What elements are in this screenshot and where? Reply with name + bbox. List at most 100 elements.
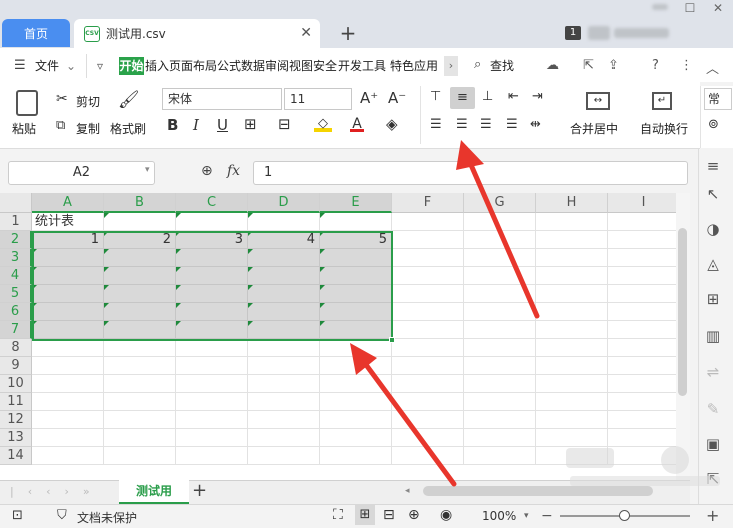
number-format-select[interactable]: 常 [704,88,732,110]
cell-e1[interactable] [320,213,392,231]
cell-a10[interactable] [32,375,104,393]
column-header-c[interactable]: C [176,193,248,213]
row-header-2[interactable]: 2 [0,231,32,249]
zoom-dropdown-icon[interactable]: ▾ [524,511,529,521]
border-icon[interactable]: ⊞ [244,115,257,133]
cell-g8[interactable] [464,339,536,357]
fill-handle[interactable] [389,337,395,343]
menu-page-layout[interactable]: 页面布局 [169,56,217,76]
sheet-tab-active[interactable]: 测试用 [119,480,189,504]
cell-i1[interactable] [608,213,680,231]
cell-b12[interactable] [104,411,176,429]
underline-icon[interactable]: U [217,116,228,134]
cell-e14[interactable] [320,447,392,465]
cell-h5[interactable] [536,285,608,303]
column-header-e[interactable]: E [320,193,392,213]
formula-input[interactable]: 1 [253,161,688,185]
cell-g9[interactable] [464,357,536,375]
collapse-ribbon-icon[interactable]: ︿ [706,58,719,77]
format-painter-icon[interactable]: 🖌 [118,90,140,110]
cell-g2[interactable] [464,231,536,249]
menu-home-active[interactable]: 开始 [119,57,144,75]
cell-c12[interactable] [176,411,248,429]
avatar[interactable] [588,26,610,40]
add-sheet-button[interactable]: + [192,480,207,501]
cell-i9[interactable] [608,357,680,375]
row-header-3[interactable]: 3 [0,249,32,267]
cell-b8[interactable] [104,339,176,357]
cell-b13[interactable] [104,429,176,447]
hamburger-icon[interactable]: ☰ [14,58,26,73]
view-mode-icon[interactable]: ⊡ [12,508,23,523]
cell-a9[interactable] [32,357,104,375]
cell-i11[interactable] [608,393,680,411]
format-painter-button[interactable]: 格式刷 [110,120,146,137]
select-pointer-icon[interactable]: ↖ [704,185,722,203]
cell-b10[interactable] [104,375,176,393]
row-header-11[interactable]: 11 [0,393,32,411]
cell-i7[interactable] [608,321,680,339]
cell-h3[interactable] [536,249,608,267]
more-icon[interactable]: ⋮ [680,58,693,73]
cell-h1[interactable] [536,213,608,231]
cell-c13[interactable] [176,429,248,447]
cell-h9[interactable] [536,357,608,375]
cell-f3[interactable] [392,249,464,267]
zoom-in-icon[interactable]: + [706,506,719,525]
wrap-text-button[interactable]: 自动换行 [640,120,688,137]
distribute-icon[interactable]: ⇹ [530,117,541,132]
bold-icon[interactable]: B [167,116,178,134]
cell-g3[interactable] [464,249,536,267]
cell-a1[interactable]: 统计表 [32,213,104,231]
sheet-nav-icons[interactable]: |‹‹›» [10,485,104,498]
zoom-formula-icon[interactable]: ⊕ [201,163,213,179]
cell-i10[interactable] [608,375,680,393]
page-count-badge[interactable]: 1 [565,26,581,40]
help-icon[interactable]: ? [652,58,659,73]
cell-f1[interactable] [392,213,464,231]
styles-icon[interactable]: ◬ [704,255,722,273]
cell-g11[interactable] [464,393,536,411]
cell-d10[interactable] [248,375,320,393]
menu-scroll-right-icon[interactable]: › [444,56,458,76]
increase-indent-icon[interactable]: ⇥ [532,89,543,104]
cell-i2[interactable] [608,231,680,249]
cell-d8[interactable] [248,339,320,357]
font-size-select[interactable]: 11 [284,88,352,110]
column-header-a[interactable]: A [32,193,104,213]
fx-icon[interactable]: fx [227,163,240,179]
align-bottom-icon[interactable]: ⊥ [482,89,493,104]
menu-developer[interactable]: 开发工具 [338,56,386,76]
cell-d13[interactable] [248,429,320,447]
cell-h11[interactable] [536,393,608,411]
column-header-b[interactable]: B [104,193,176,213]
name-box[interactable]: A2 [8,161,155,185]
align-right-icon[interactable]: ☰ [480,117,492,132]
menu-data[interactable]: 数据 [241,56,265,76]
apps-grid-icon[interactable]: ⊞ [704,290,722,308]
cell-b1[interactable] [104,213,176,231]
cell-c8[interactable] [176,339,248,357]
cell-g7[interactable] [464,321,536,339]
font-name-select[interactable]: 宋体 [162,88,282,110]
cell-f10[interactable] [392,375,464,393]
row-header-9[interactable]: 9 [0,357,32,375]
column-header-h[interactable]: H [536,193,608,213]
cell-i4[interactable] [608,267,680,285]
maximize-icon[interactable]: ☐ [680,1,700,17]
column-header-g[interactable]: G [464,193,536,213]
menu-security[interactable]: 安全 [313,56,337,76]
page-break-view-icon[interactable]: ⊟ [383,507,395,523]
cell-e9[interactable] [320,357,392,375]
page-layout-view-icon[interactable]: ⊕ [408,507,420,523]
cell-h12[interactable] [536,411,608,429]
merge-center-button[interactable]: 合并居中 [570,120,618,137]
merge-center-icon[interactable]: ↔ [586,92,610,110]
paste-icon[interactable] [16,90,38,116]
cut-icon[interactable]: ✂ [56,91,68,107]
shapes-icon[interactable]: ◑ [704,220,722,238]
cut-button[interactable]: 剪切 [76,93,100,110]
cell-g5[interactable] [464,285,536,303]
cell-c11[interactable] [176,393,248,411]
cell-c14[interactable] [176,447,248,465]
